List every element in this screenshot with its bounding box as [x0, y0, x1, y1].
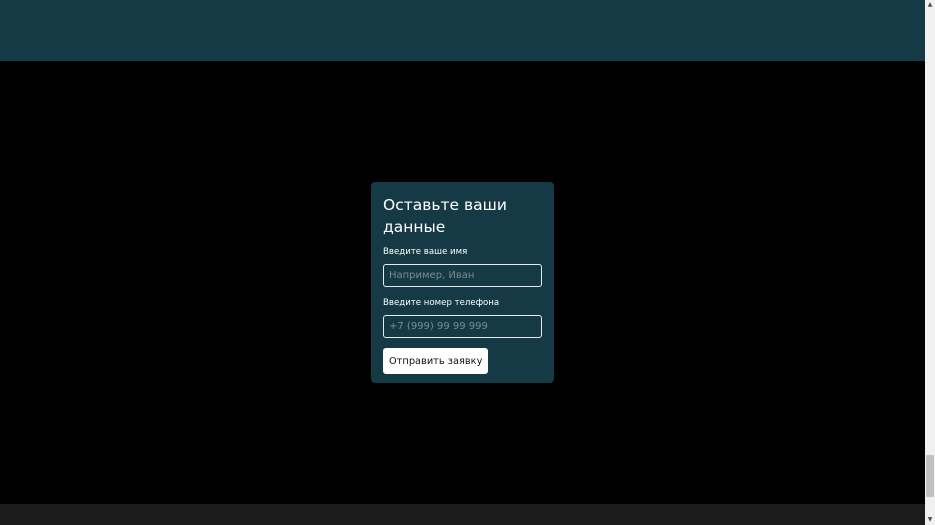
name-input[interactable] — [383, 264, 542, 287]
page: Оставьте ваши данные Введите ваше имя Вв… — [0, 0, 935, 525]
chevron-down-icon[interactable]: ▼ — [925, 515, 935, 525]
vertical-scrollbar[interactable]: ▲ ▼ — [925, 0, 935, 525]
page-footer-band — [0, 504, 925, 525]
submit-request-button[interactable]: Отправить заявку — [383, 348, 489, 374]
phone-input[interactable] — [383, 315, 542, 338]
name-field-label: Введите ваше имя — [383, 247, 468, 257]
modal-title: Оставьте ваши данные — [383, 196, 507, 236]
page-header-band — [0, 0, 925, 61]
lead-form-modal: Оставьте ваши данные Введите ваше имя Вв… — [371, 182, 554, 383]
scrollbar-thumb[interactable] — [926, 455, 934, 497]
chevron-up-icon[interactable]: ▲ — [925, 0, 935, 10]
phone-field-label: Введите номер телефона — [383, 298, 500, 308]
